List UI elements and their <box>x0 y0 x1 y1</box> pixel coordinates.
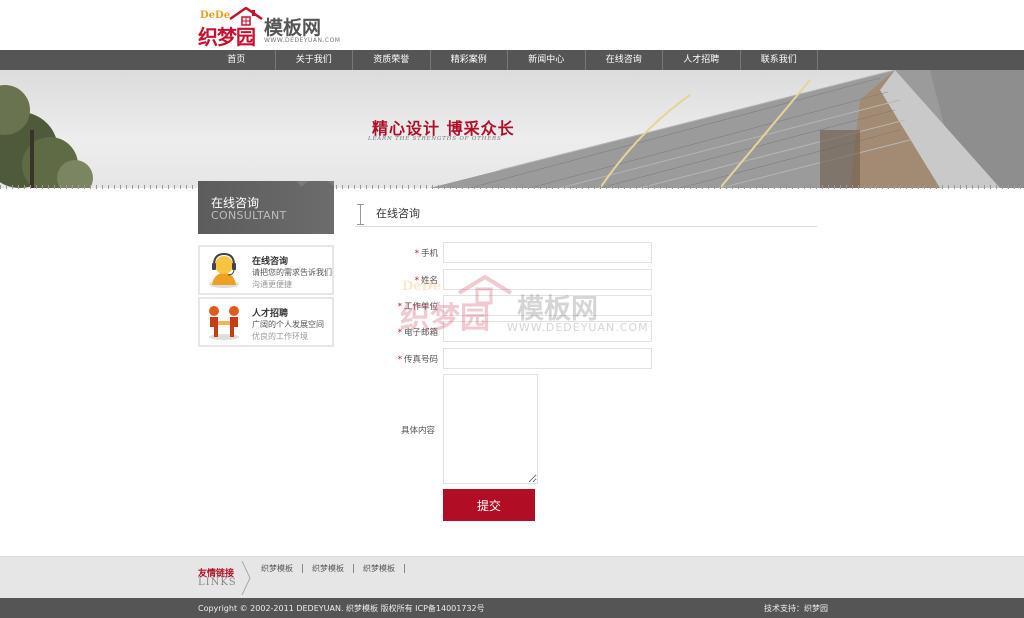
nav-item-honors[interactable]: 资质荣誉 <box>353 50 431 70</box>
form-row-email: * 电子邮箱 <box>380 321 660 343</box>
fax-field[interactable] <box>443 348 652 369</box>
sidebar-header: 在线咨询 CONSULTANT <box>198 181 334 234</box>
required-mark: * <box>414 249 419 259</box>
email-label: * 电子邮箱 <box>397 328 438 338</box>
chevron-right-icon <box>241 561 251 595</box>
title-marker-icon <box>357 204 368 225</box>
building-image <box>430 70 1024 188</box>
logo-url: WWW.DEDEYUAN.COM <box>264 37 341 44</box>
phone-field[interactable] <box>443 242 652 263</box>
sidebar-card-line2: 沟通更便捷 <box>252 280 292 289</box>
required-mark: * <box>397 328 402 338</box>
form-row-fax: * 传真号码 <box>380 348 660 370</box>
sidebar-card-line1: 广阔的个人发展空间 <box>252 320 324 329</box>
friend-link[interactable]: 织梦模板 <box>363 564 405 573</box>
site-footer: Copyright © 2002-2011 DEDEYUAN. 织梦模板 版权所… <box>0 598 1024 618</box>
hero-banner: 精心设计 博采众长 LEARN THE STRENGTHS OF OTHERS <box>0 70 1024 188</box>
sidebar-card-jobs[interactable]: 人才招聘 广阔的个人发展空间 优良的工作环境 <box>198 297 334 347</box>
company-label: * 工作单位 <box>397 302 438 312</box>
friend-link[interactable]: 织梦模板 <box>261 564 303 573</box>
required-mark: * <box>397 355 402 365</box>
submit-button[interactable]: 提交 <box>443 489 535 521</box>
sidebar-card-line2: 优良的工作环境 <box>252 332 308 341</box>
sidebar-title-en: CONSULTANT <box>211 209 287 222</box>
friend-links: 友情链接 LINKS 织梦模板 织梦模板 织梦模板 <box>0 556 1024 598</box>
logo-cn-text: 织梦园 <box>198 25 256 49</box>
content-label: 具体内容 <box>401 426 436 436</box>
copyright-text: Copyright © 2002-2011 DEDEYUAN. 织梦模板 版权所… <box>198 604 485 613</box>
page-title: 在线咨询 <box>376 207 420 220</box>
fax-label: * 传真号码 <box>397 355 438 365</box>
site-header: DeDe 织梦园 模板网 WWW.DEDEYUAN.COM <box>0 0 1024 50</box>
required-mark: * <box>414 276 419 286</box>
name-field[interactable] <box>443 269 652 290</box>
company-field[interactable] <box>443 295 652 316</box>
tree-image <box>0 85 93 188</box>
logo-dede-text: DeDe <box>200 10 231 21</box>
sidebar-card-title: 人才招聘 <box>252 309 289 319</box>
nav-item-about[interactable]: 关于我们 <box>276 50 353 70</box>
form-row-phone: * 手机 <box>380 242 660 264</box>
handshake-icon <box>209 306 239 340</box>
required-mark: * <box>397 302 402 312</box>
logo-subtitle: 模板网 <box>264 17 322 39</box>
nav-item-contact[interactable]: 联系我们 <box>741 50 818 70</box>
ruler-divider <box>0 185 1024 189</box>
nav-item-jobs[interactable]: 人才招聘 <box>663 50 741 70</box>
sidebar-card-title: 在线咨询 <box>252 257 289 267</box>
links-title-en: LINKS <box>198 577 237 588</box>
form-row-name: * 姓名 <box>380 269 660 291</box>
content-title-bar: 在线咨询 <box>355 200 817 227</box>
decorative-arc-icon <box>288 181 334 234</box>
form-row-company: * 工作单位 <box>380 295 660 317</box>
nav-item-cases[interactable]: 精彩案例 <box>431 50 508 70</box>
nav-item-news[interactable]: 新闻中心 <box>508 50 586 70</box>
email-field[interactable] <box>443 321 652 342</box>
name-label: * 姓名 <box>414 276 438 286</box>
friend-link[interactable]: 织梦模板 <box>312 564 354 573</box>
sidebar-card-consult[interactable]: 在线咨询 请把您的需求告诉我们 沟通更便捷 <box>198 245 334 295</box>
phone-label: * 手机 <box>414 249 438 259</box>
banner-slogan-en: LEARN THE STRENGTHS OF OTHERS <box>368 136 502 142</box>
main-nav: 首页 关于我们 资质荣誉 精彩案例 新闻中心 在线咨询 人才招聘 联系我们 <box>0 50 1024 70</box>
sidebar-card-line1: 请把您的需求告诉我们 <box>252 268 332 277</box>
headset-person-icon <box>209 252 239 288</box>
site-logo[interactable]: DeDe 织梦园 模板网 WWW.DEDEYUAN.COM <box>198 7 341 49</box>
nav-item-home[interactable]: 首页 <box>198 50 276 70</box>
nav-item-consult[interactable]: 在线咨询 <box>586 50 663 70</box>
tech-support-text: 技术支持：织梦园 <box>764 604 828 613</box>
content-textarea[interactable] <box>443 374 538 484</box>
